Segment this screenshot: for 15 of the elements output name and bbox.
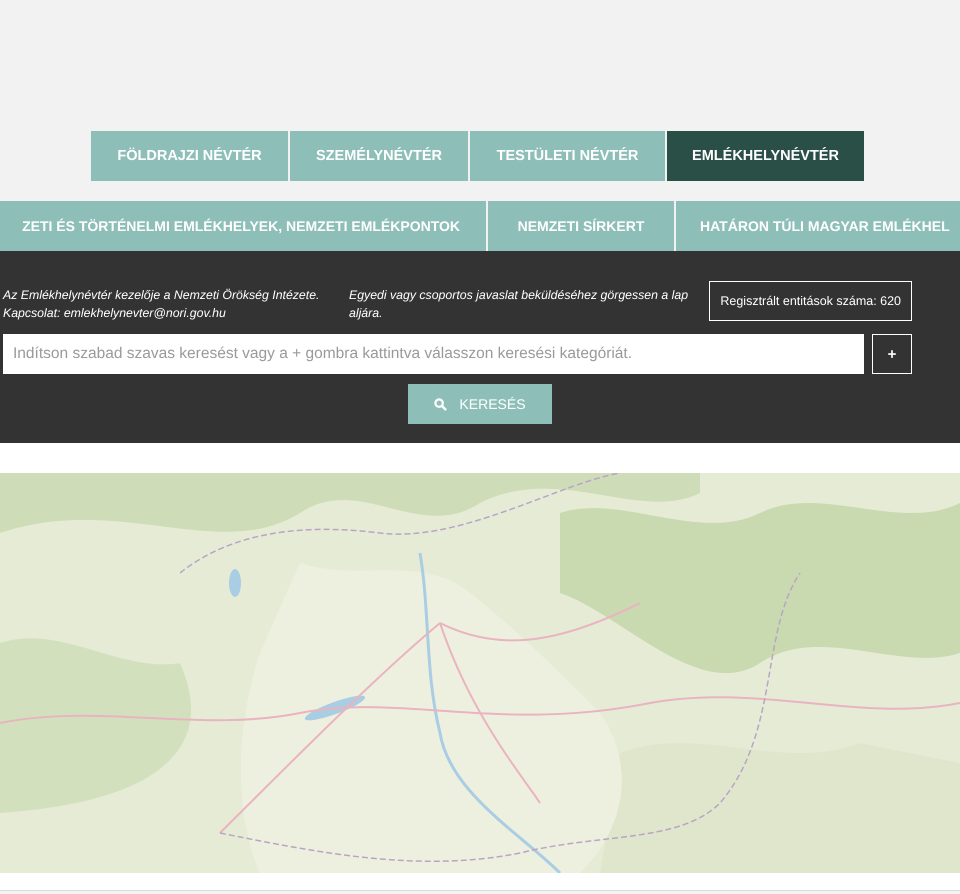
category-tab[interactable]: HATÁRON TÚLI MAGYAR EMLÉKHEL bbox=[676, 201, 960, 251]
search-button[interactable]: KERESÉS bbox=[408, 384, 552, 424]
suggestion-text: Egyedi vagy csoportos javaslat beküldéséhez görgessen a lap aljára. bbox=[349, 287, 690, 322]
nav-tab[interactable]: SZEMÉLYNÉVTÉR bbox=[290, 131, 468, 181]
entity-count: Regisztrált entitások száma: 620 bbox=[709, 281, 912, 321]
nav-tab[interactable]: EMLÉKHELYNÉVTÉR bbox=[667, 131, 864, 181]
search-field[interactable]: Indítson szabad szavas keresést vagy a + gombra kattintva válasszon keresési kategóriát. bbox=[3, 334, 864, 374]
category-add-button[interactable]: + bbox=[872, 334, 912, 374]
nav-tab[interactable]: TESTÜLETI NÉVTÉR bbox=[470, 131, 665, 181]
category-tab[interactable]: NEMZETI SÍRKERT bbox=[488, 201, 674, 251]
search-icon bbox=[434, 398, 448, 410]
contact-text: Kapcsolat: emlekhelynevter@nori.gov.hu bbox=[3, 305, 227, 322]
nav-tab[interactable]: FÖLDRAJZI NÉVTÉR bbox=[91, 131, 288, 181]
maintainer-text: Az Emlékhelynévtér kezelője a Nemzeti Örökség Intézete. bbox=[3, 287, 320, 304]
category-tab[interactable]: ZETI ÉS TÖRTÉNELMI EMLÉKHELYEK, NEMZETI EMLÉKPONTOK bbox=[0, 201, 486, 251]
